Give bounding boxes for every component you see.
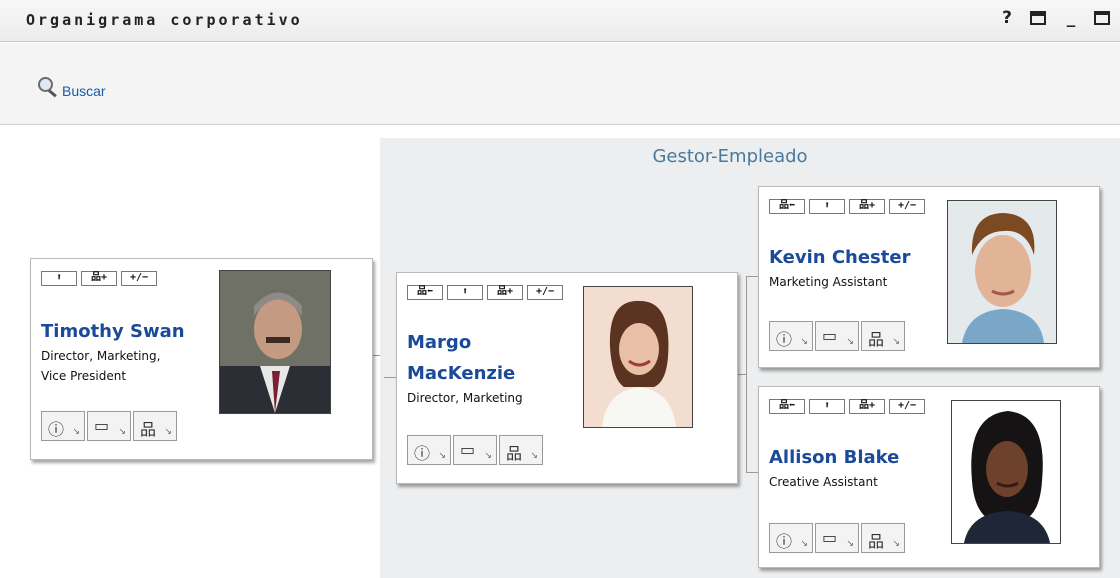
person-photo: [583, 286, 693, 428]
card-actions: ⓘ ↘ ▭ ↘ 品 ↘: [769, 321, 905, 351]
person-card-margo-mackenzie: 品⬅ ⬆ 品+ +/− Margo MacKenzie Director, Ma…: [396, 272, 738, 484]
person-title: Marketing Assistant: [769, 275, 888, 289]
email-icon: ▭: [822, 528, 838, 547]
info-button[interactable]: ⓘ ↘: [407, 435, 451, 465]
org-chart-icon: 品: [140, 420, 157, 439]
go-to-button[interactable]: 品⬅: [407, 285, 443, 300]
search-link[interactable]: Buscar: [36, 65, 106, 99]
email-icon: ▭: [822, 326, 838, 345]
org-chart-button[interactable]: 品 ↘: [861, 321, 905, 351]
help-icon[interactable]: ?: [998, 8, 1016, 28]
printer-icon[interactable]: [1030, 11, 1048, 25]
email-button[interactable]: ▭ ↘: [815, 321, 859, 351]
search-bar: Buscar: [0, 43, 1120, 125]
person-title: Creative Assistant: [769, 475, 878, 489]
person-card-kevin-chester: 品⬅ ⬆ 品+ +/− Kevin Chester Marketing Assi…: [758, 186, 1100, 368]
email-icon: ▭: [94, 416, 110, 435]
person-photo: [219, 270, 331, 414]
show-manager-button[interactable]: ⬆: [809, 399, 845, 414]
email-icon: ▭: [460, 440, 476, 459]
expand-collapse-button[interactable]: +/−: [527, 285, 563, 300]
card-toolbar: 品⬅ ⬆ 品+ +/−: [769, 399, 925, 414]
connector-line: [746, 276, 758, 277]
info-button[interactable]: ⓘ ↘: [769, 321, 813, 351]
card-actions: ⓘ ↘ ▭ ↘ 品 ↘: [41, 411, 177, 441]
person-name-line2[interactable]: MacKenzie: [407, 361, 515, 387]
search-label: Buscar: [62, 83, 106, 99]
org-chart-button[interactable]: 品 ↘: [499, 435, 543, 465]
email-button[interactable]: ▭ ↘: [815, 523, 859, 553]
email-button[interactable]: ▭ ↘: [87, 411, 131, 441]
minimize-icon[interactable]: _: [1062, 8, 1080, 28]
info-icon: ⓘ: [48, 420, 65, 439]
card-actions: ⓘ ↘ ▭ ↘ 品 ↘: [769, 523, 905, 553]
person-title: Director, Marketing: [407, 391, 523, 405]
info-button[interactable]: ⓘ ↘: [769, 523, 813, 553]
card-actions: ⓘ ↘ ▭ ↘ 品 ↘: [407, 435, 543, 465]
window-title: Organigrama corporativo: [26, 11, 303, 29]
org-chart-button[interactable]: 品 ↘: [133, 411, 177, 441]
panel-title: Gestor-Empleado: [652, 146, 808, 167]
info-button[interactable]: ⓘ ↘: [41, 411, 85, 441]
magnifier-icon: [36, 77, 60, 99]
show-reports-button[interactable]: 品+: [849, 199, 885, 214]
window-titlebar: Organigrama corporativo ? _: [0, 0, 1120, 42]
maximize-icon[interactable]: [1094, 11, 1112, 25]
info-icon: ⓘ: [776, 330, 793, 349]
person-name[interactable]: Allison Blake: [769, 445, 899, 471]
org-chart-icon: 品: [868, 532, 885, 551]
person-photo: [951, 400, 1061, 544]
card-toolbar: 品⬅ ⬆ 品+ +/−: [769, 199, 925, 214]
info-icon: ⓘ: [414, 444, 431, 463]
expand-collapse-button[interactable]: +/−: [889, 199, 925, 214]
email-button[interactable]: ▭ ↘: [453, 435, 497, 465]
show-reports-button[interactable]: 品+: [487, 285, 523, 300]
person-name[interactable]: Margo: [407, 330, 471, 356]
show-reports-button[interactable]: 品+: [81, 271, 117, 286]
connector-line: [746, 472, 758, 473]
connector-line: [384, 377, 396, 378]
org-chart-button[interactable]: 品 ↘: [861, 523, 905, 553]
expand-collapse-button[interactable]: +/−: [889, 399, 925, 414]
card-toolbar: 品⬅ ⬆ 品+ +/−: [407, 285, 563, 300]
person-card-allison-blake: 品⬅ ⬆ 品+ +/− Allison Blake Creative Assis…: [758, 386, 1100, 568]
go-to-button[interactable]: 品⬅: [769, 199, 805, 214]
info-icon: ⓘ: [776, 532, 793, 551]
go-to-button[interactable]: 品⬅: [769, 399, 805, 414]
show-reports-button[interactable]: 品+: [849, 399, 885, 414]
person-card-timothy-swan: ⬆ 品+ +/− Timothy Swan Director, Marketin…: [30, 258, 373, 460]
person-title: Director, Marketing,: [41, 349, 161, 363]
show-manager-button[interactable]: ⬆: [809, 199, 845, 214]
show-manager-button[interactable]: ⬆: [447, 285, 483, 300]
org-chart-icon: 品: [868, 330, 885, 349]
person-name[interactable]: Kevin Chester: [769, 245, 910, 271]
person-title-line2: Vice President: [41, 369, 127, 383]
person-name[interactable]: Timothy Swan: [41, 319, 185, 345]
org-chart-icon: 品: [506, 444, 523, 463]
expand-collapse-button[interactable]: +/−: [121, 271, 157, 286]
show-manager-button[interactable]: ⬆: [41, 271, 77, 286]
card-toolbar: ⬆ 品+ +/−: [41, 271, 157, 286]
person-photo: [947, 200, 1057, 344]
window-controls: ? _: [998, 8, 1112, 28]
